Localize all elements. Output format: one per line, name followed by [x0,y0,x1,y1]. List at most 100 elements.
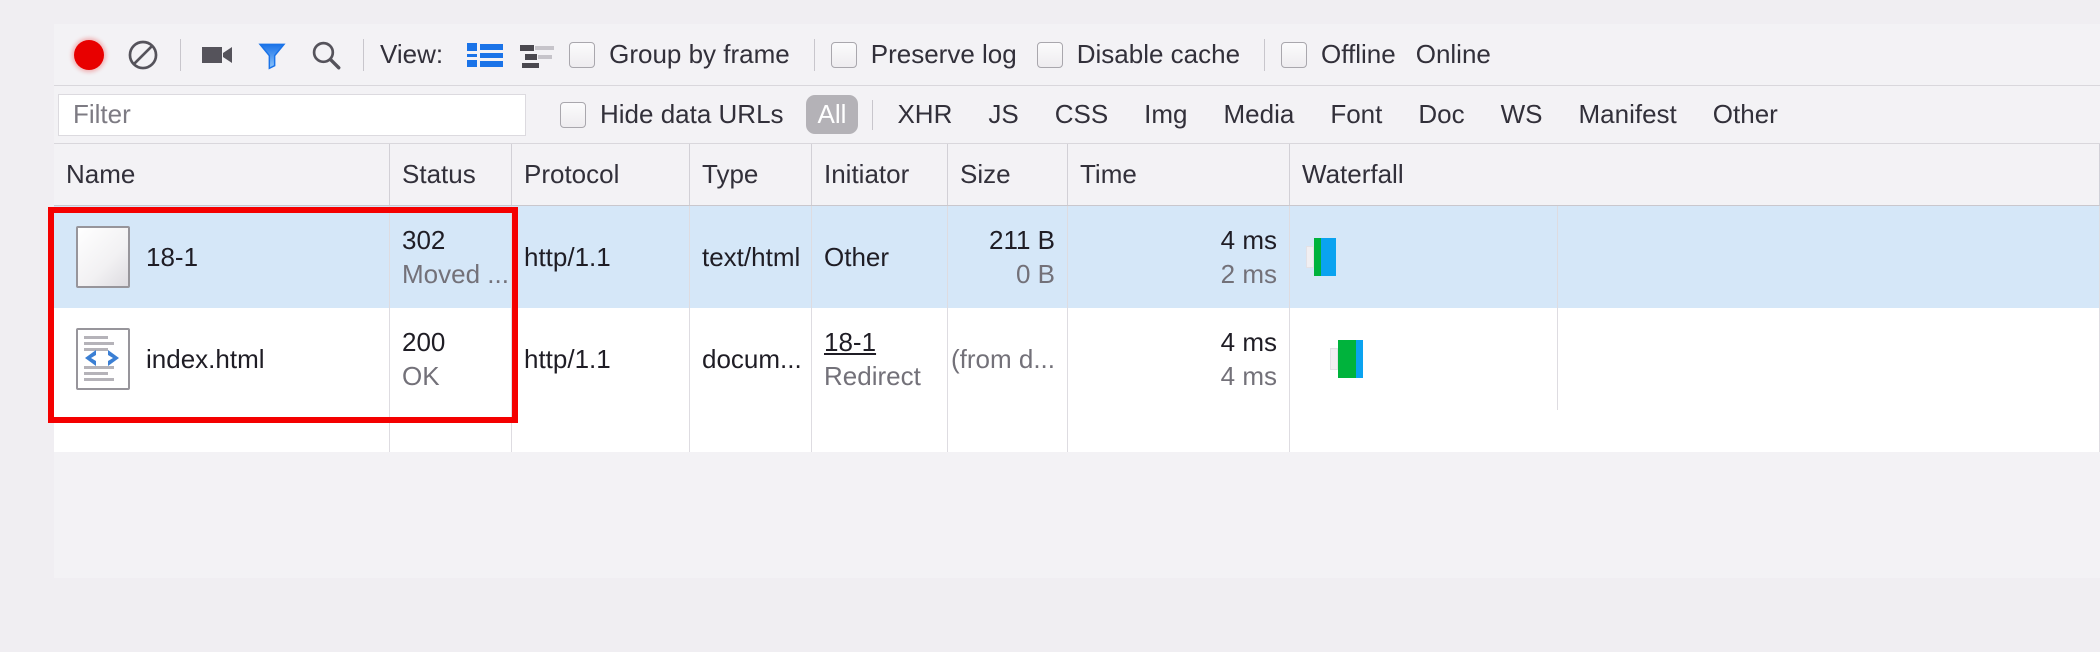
filler-cell-waterfall [1290,410,2100,452]
cell-size-line2: (from d... [950,343,1055,374]
disable-cache-checkbox[interactable] [1036,41,1063,68]
waterfall-gridline [1556,308,1558,410]
cell-protocol: http/1.1 [512,308,690,410]
type-filter-doc[interactable]: Doc [1406,95,1476,134]
network-requests-table: Name Status Protocol Type Initiator Size… [54,144,2100,452]
screenshot-root: View: Group by frame Preserve log Disabl… [0,0,2100,652]
waterfall-segment-waiting [1330,348,1339,370]
doc-text-line [84,378,114,381]
doc-text-line [84,342,114,345]
waterfall-segment-green [1314,238,1322,276]
column-header-status[interactable]: Status [390,144,512,205]
cell-time-line1: 4 ms [1220,326,1277,357]
toolbar-divider-3 [813,38,815,71]
waterfall-bar [1330,340,1363,378]
html-code-document-icon [76,328,130,390]
clear-prohibited-icon [128,40,158,69]
waterfall-segment-green [1338,340,1357,378]
list-view-icon [467,42,504,67]
type-value: docum... [702,343,802,374]
waterfall-gridline [1556,206,1558,308]
preserve-log-checkbox[interactable] [830,41,857,68]
type-filter-manifest[interactable]: Manifest [1567,95,1689,134]
network-toolbar: View: Group by frame Preserve log Disabl… [54,24,2100,86]
request-name: index.html [146,343,265,374]
preserve-log-checkbox-row[interactable]: Preserve log [830,39,1031,70]
type-filter-ws[interactable]: WS [1489,95,1555,134]
column-header-waterfall[interactable]: Waterfall [1290,144,2100,205]
column-header-time[interactable]: Time [1068,144,1290,205]
online-label[interactable]: Online [1416,39,1491,70]
cell-type: docum... [690,308,812,410]
hide-data-urls-label: Hide data URLs [600,99,784,129]
hide-data-urls-checkbox-row[interactable]: Hide data URLs [560,99,798,130]
type-filter-other[interactable]: Other [1701,95,1790,134]
cell-time: 4 ms 4 ms [1068,308,1290,410]
table-row[interactable]: 18-1 302 Moved ... http/1.1 text/html Other 21… [54,206,2100,308]
offline-checkbox[interactable] [1281,41,1308,68]
capture-screenshots-button[interactable] [191,28,245,82]
group-by-frame-checkbox[interactable] [569,41,596,68]
cell-status-line2: OK [402,361,440,391]
search-button[interactable] [299,28,353,82]
table-row[interactable]: index.html 200 OK http/1.1 docum... 18-1 Redir… [54,308,2100,410]
hide-data-urls-checkbox[interactable] [560,101,586,128]
type-filter-xhr[interactable]: XHR [885,95,964,134]
cell-status: 200 OK [390,308,512,410]
filter-toggle-button[interactable] [245,28,299,82]
filler-cell-status [390,410,512,452]
cell-initiator-line1[interactable]: 18-1 [824,325,935,359]
record-button[interactable] [62,28,116,82]
doc-text-line [84,336,108,339]
filter-input[interactable] [58,93,526,136]
type-filter-img[interactable]: Img [1132,95,1199,134]
request-name: 18-1 [146,241,199,272]
column-header-size[interactable]: Size [948,144,1068,205]
cell-initiator-line1: Other [824,241,890,272]
waterfall-track [1290,206,2099,308]
cell-status: 302 Moved ... [390,206,512,308]
view-waterfall-button[interactable] [511,32,563,78]
disable-cache-checkbox-row[interactable]: Disable cache [1036,39,1254,70]
waterfall-segment-blue [1356,340,1363,378]
funnel-filter-icon [258,43,286,70]
disable-cache-label: Disable cache [1076,39,1241,69]
angle-brackets-icon [85,350,119,366]
blank-document-icon [76,226,130,288]
cell-name[interactable]: index.html [54,308,390,410]
clear-button[interactable] [116,28,170,82]
cell-time-line2: 4 ms [1220,361,1277,391]
type-value: text/html [702,241,801,272]
filler-cell-name [54,410,390,452]
column-header-name[interactable]: Name [54,144,390,205]
offline-checkbox-row[interactable]: Offline [1281,39,1410,70]
network-panel: View: Group by frame Preserve log Disabl… [54,24,2100,578]
column-header-initiator[interactable]: Initiator [812,144,948,205]
view-label: View: [380,39,444,69]
cell-initiator: 18-1 Redirect [812,308,948,410]
column-header-protocol[interactable]: Protocol [512,144,690,205]
cell-waterfall [1290,308,2100,410]
cell-time-line2: 2 ms [1220,259,1277,289]
toolbar-divider-1 [180,38,181,71]
toolbar-divider-2 [363,38,364,71]
cell-status-line1: 302 [402,224,446,255]
cell-protocol: http/1.1 [512,206,690,308]
column-header-type[interactable]: Type [690,144,812,205]
view-list-button[interactable] [459,32,511,78]
group-by-frame-checkbox-row[interactable]: Group by frame [569,39,804,70]
type-filter-css[interactable]: CSS [1043,95,1120,134]
type-filter-all[interactable]: All [805,95,859,134]
table-header-row: Name Status Protocol Type Initiator Size… [54,144,2100,206]
table-body: 18-1 302 Moved ... http/1.1 text/html Other 21… [54,206,2100,410]
cell-size: (from d... [948,308,1068,410]
cell-name[interactable]: 18-1 [54,206,390,308]
type-filter-media[interactable]: Media [1212,95,1307,134]
waterfall-segment-blue [1321,238,1336,276]
type-filter-js[interactable]: JS [976,95,1030,134]
cell-time: 4 ms 2 ms [1068,206,1290,308]
cell-size-line1: 211 B [988,224,1055,255]
doc-text-line [84,372,108,375]
filler-cell-size [948,410,1068,452]
type-filter-font[interactable]: Font [1318,95,1394,134]
